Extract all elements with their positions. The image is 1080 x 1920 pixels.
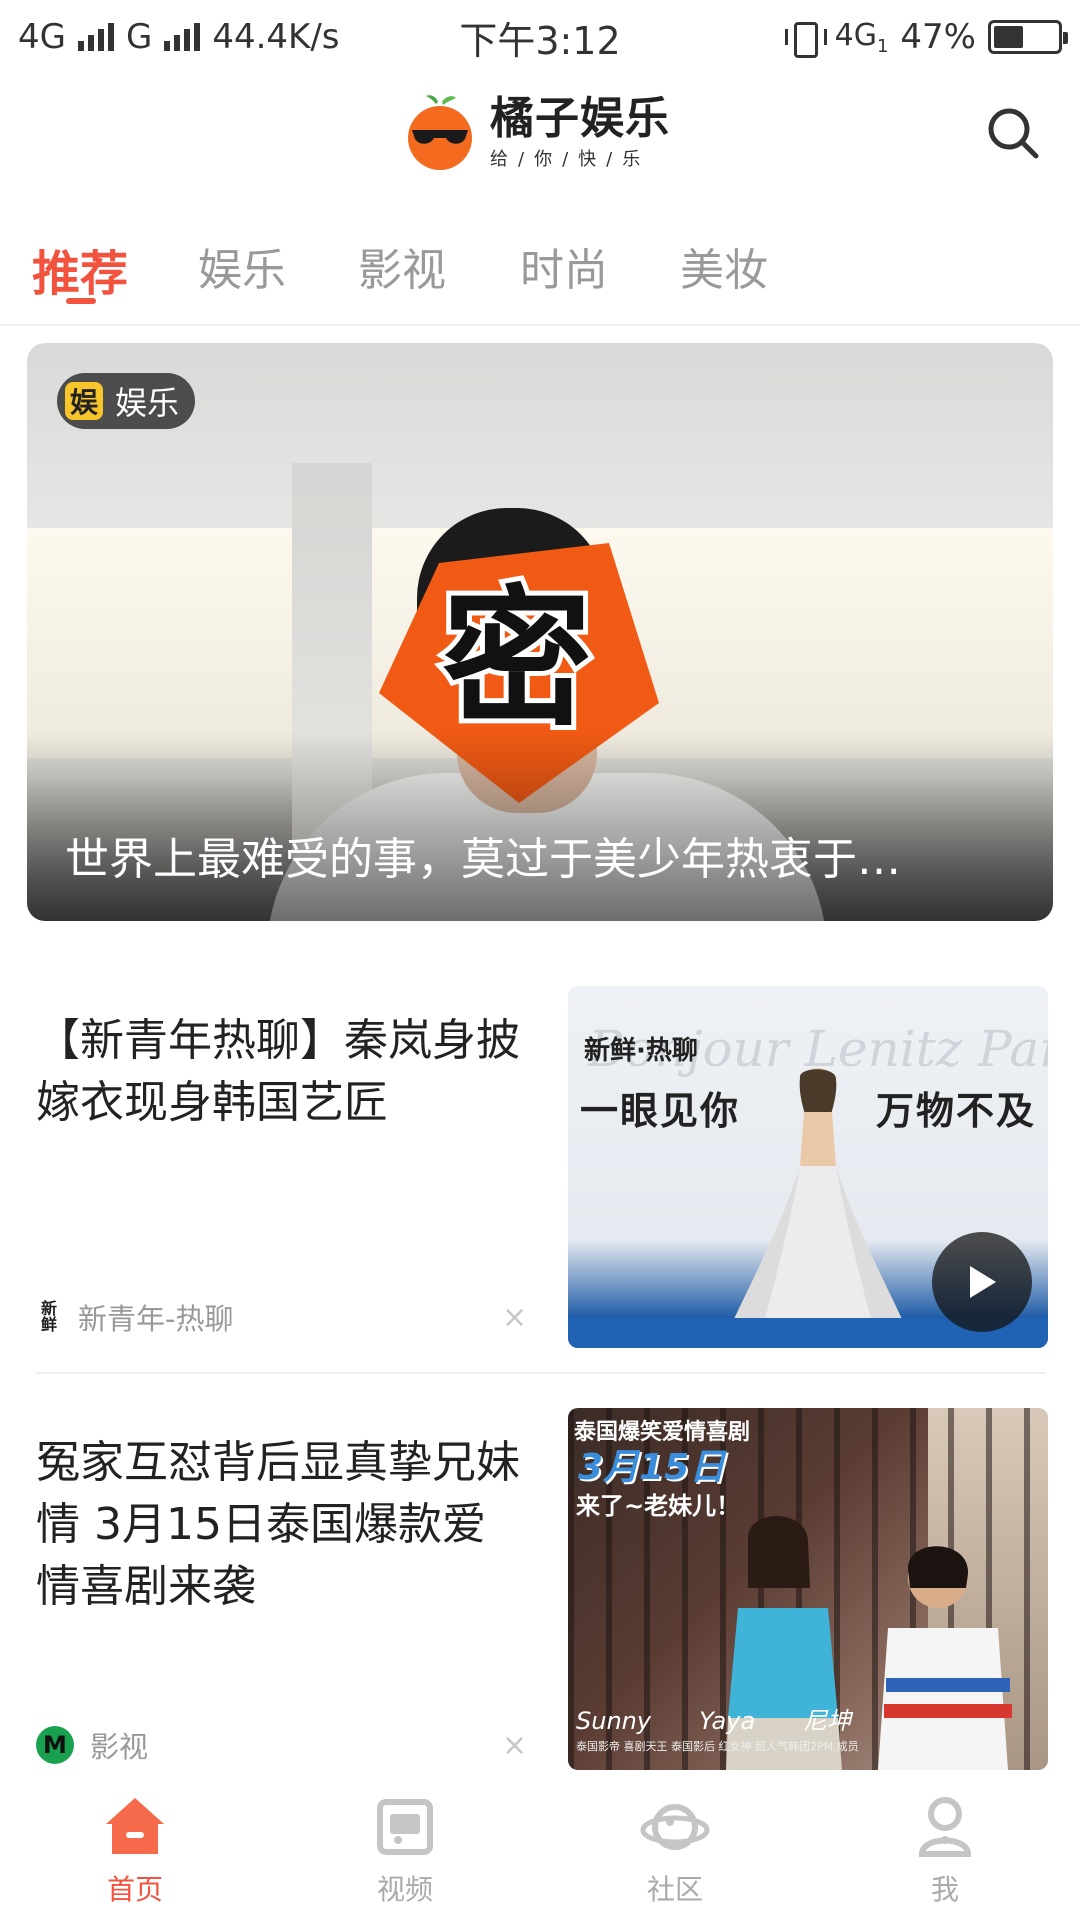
news-title[interactable]: 【新青年热聊】秦岚身披嫁衣现身韩国艺匠	[36, 1010, 526, 1134]
hero-card[interactable]: 密 娱 娱乐 世界上最难受的事，莫过于美少年热衷于…	[27, 343, 1053, 921]
play-button[interactable]	[932, 1232, 1032, 1332]
network-type-2: G	[125, 17, 153, 57]
tab-film-tv[interactable]: 影视	[358, 234, 446, 298]
nav-video[interactable]: 视频	[345, 1792, 465, 1908]
nav-home[interactable]: 首页	[75, 1792, 195, 1908]
nav-home-label: 首页	[106, 1873, 163, 1906]
nav-community[interactable]: 社区	[615, 1792, 735, 1908]
signal-icon-2	[164, 23, 201, 51]
divider	[36, 1372, 1046, 1374]
thumb-date: 3月15日	[578, 1447, 726, 1488]
battery-icon	[988, 20, 1068, 54]
nav-community-label: 社区	[646, 1873, 703, 1906]
network-type-3: 4G1	[835, 18, 889, 57]
tab-entertainment[interactable]: 娱乐	[198, 234, 286, 298]
thumb-name-3: 尼坤	[803, 1707, 852, 1735]
logo-text: 橘子娱乐 给/你/快/乐	[490, 93, 670, 171]
thumb-name-1: Sunny	[576, 1707, 652, 1735]
dismiss-button[interactable]: ×	[502, 1300, 527, 1335]
category-tabs: 推荐 娱乐 影视 时尚 美妆	[0, 222, 1080, 326]
thumb-brand: 新鲜·热聊	[584, 1036, 698, 1066]
search-icon[interactable]	[984, 104, 1044, 164]
news-title[interactable]: 冤家互怼背后显真挚兄妹情 3月15日泰国爆款爱情喜剧来袭	[36, 1432, 526, 1618]
orange-logo-icon	[408, 95, 472, 170]
dismiss-button[interactable]: ×	[502, 1728, 527, 1763]
hero-badge-label: 娱乐	[115, 384, 180, 422]
news-source: 新青年-热聊	[78, 1302, 234, 1336]
app-logo[interactable]: 橘子娱乐 给/你/快/乐	[400, 92, 670, 172]
battery-percent: 47%	[900, 17, 976, 57]
thumb-subtitle: 来了~老妹儿！	[576, 1492, 741, 1520]
tab-recommend[interactable]: 推荐	[32, 234, 128, 304]
logo-title: 橘子娱乐	[490, 93, 670, 144]
nav-me-label: 我	[930, 1873, 959, 1906]
app-header: 橘子娱乐 给/你/快/乐	[0, 74, 1080, 204]
tab-beauty[interactable]: 美妆	[680, 234, 768, 298]
bottom-nav: 首页 视频 社区 我	[0, 1780, 1080, 1920]
news-meta: 新鲜 新青年-热聊	[36, 1296, 233, 1338]
source-logo-icon: M	[36, 1726, 74, 1764]
news-item[interactable]: 【新青年热聊】秦岚身披嫁衣现身韩国艺匠 新鲜 新青年-热聊 × Bonjour …	[36, 986, 1048, 1350]
status-right: 4G1 47%	[783, 17, 1068, 58]
play-icon	[970, 1266, 996, 1298]
tab-fashion[interactable]: 时尚	[520, 234, 608, 298]
thumb-name-2: Yaya	[699, 1707, 756, 1735]
vibrate-icon	[783, 20, 827, 58]
community-icon	[640, 1804, 710, 1850]
news-meta: M 影视	[36, 1724, 148, 1766]
profile-icon	[918, 1797, 972, 1857]
thumb-woman-figure	[722, 1068, 914, 1346]
hero-title[interactable]: 世界上最难受的事，莫过于美少年热衷于…	[65, 823, 901, 887]
network-type-3-sub: 1	[876, 35, 889, 57]
news-item[interactable]: 冤家互怼背后显真挚兄妹情 3月15日泰国爆款爱情喜剧来袭 M 影视 × 泰国爆笑…	[36, 1408, 1048, 1772]
nav-me[interactable]: 我	[885, 1792, 1005, 1908]
censor-text: 密	[442, 573, 592, 747]
network-type-1: 4G	[18, 17, 66, 57]
logo-slogan: 给/你/快/乐	[490, 149, 651, 170]
video-icon	[377, 1799, 433, 1855]
tab-indicator	[66, 298, 96, 304]
status-bar: 4G G 44.4K/s 下午3:12 4G1 47%	[0, 0, 1080, 74]
signal-icon	[77, 23, 114, 51]
thumb-names: Sunny Yaya 尼坤	[576, 1701, 899, 1736]
news-thumbnail[interactable]: 泰国爆笑爱情喜剧 3月15日 来了~老妹儿！ Sunny Yaya 尼坤 泰国影帝 …	[568, 1408, 1048, 1770]
home-icon	[106, 1798, 164, 1854]
news-thumbnail[interactable]: Bonjour Lenitz Paris 新鲜·热聊 一眼见你 万物不及	[568, 986, 1048, 1348]
source-logo-icon: 新鲜	[40, 1299, 57, 1334]
nav-video-label: 视频	[376, 1873, 433, 1906]
network-type-3-label: 4G	[834, 17, 877, 53]
news-source: 影视	[90, 1730, 149, 1764]
battery-fill	[994, 26, 1024, 48]
status-left: 4G G 44.4K/s	[18, 17, 340, 57]
thumb-credits: 泰国影帝 喜剧天王 泰国影后 红女神 超人气韩团2PM 成员	[576, 1740, 859, 1753]
hero-category-badge: 娱 娱乐	[57, 373, 196, 429]
thumb-left-slogan: 一眼见你	[580, 1088, 741, 1133]
network-speed: 44.4K/s	[212, 17, 340, 57]
entertainment-badge-icon: 娱	[65, 382, 103, 420]
